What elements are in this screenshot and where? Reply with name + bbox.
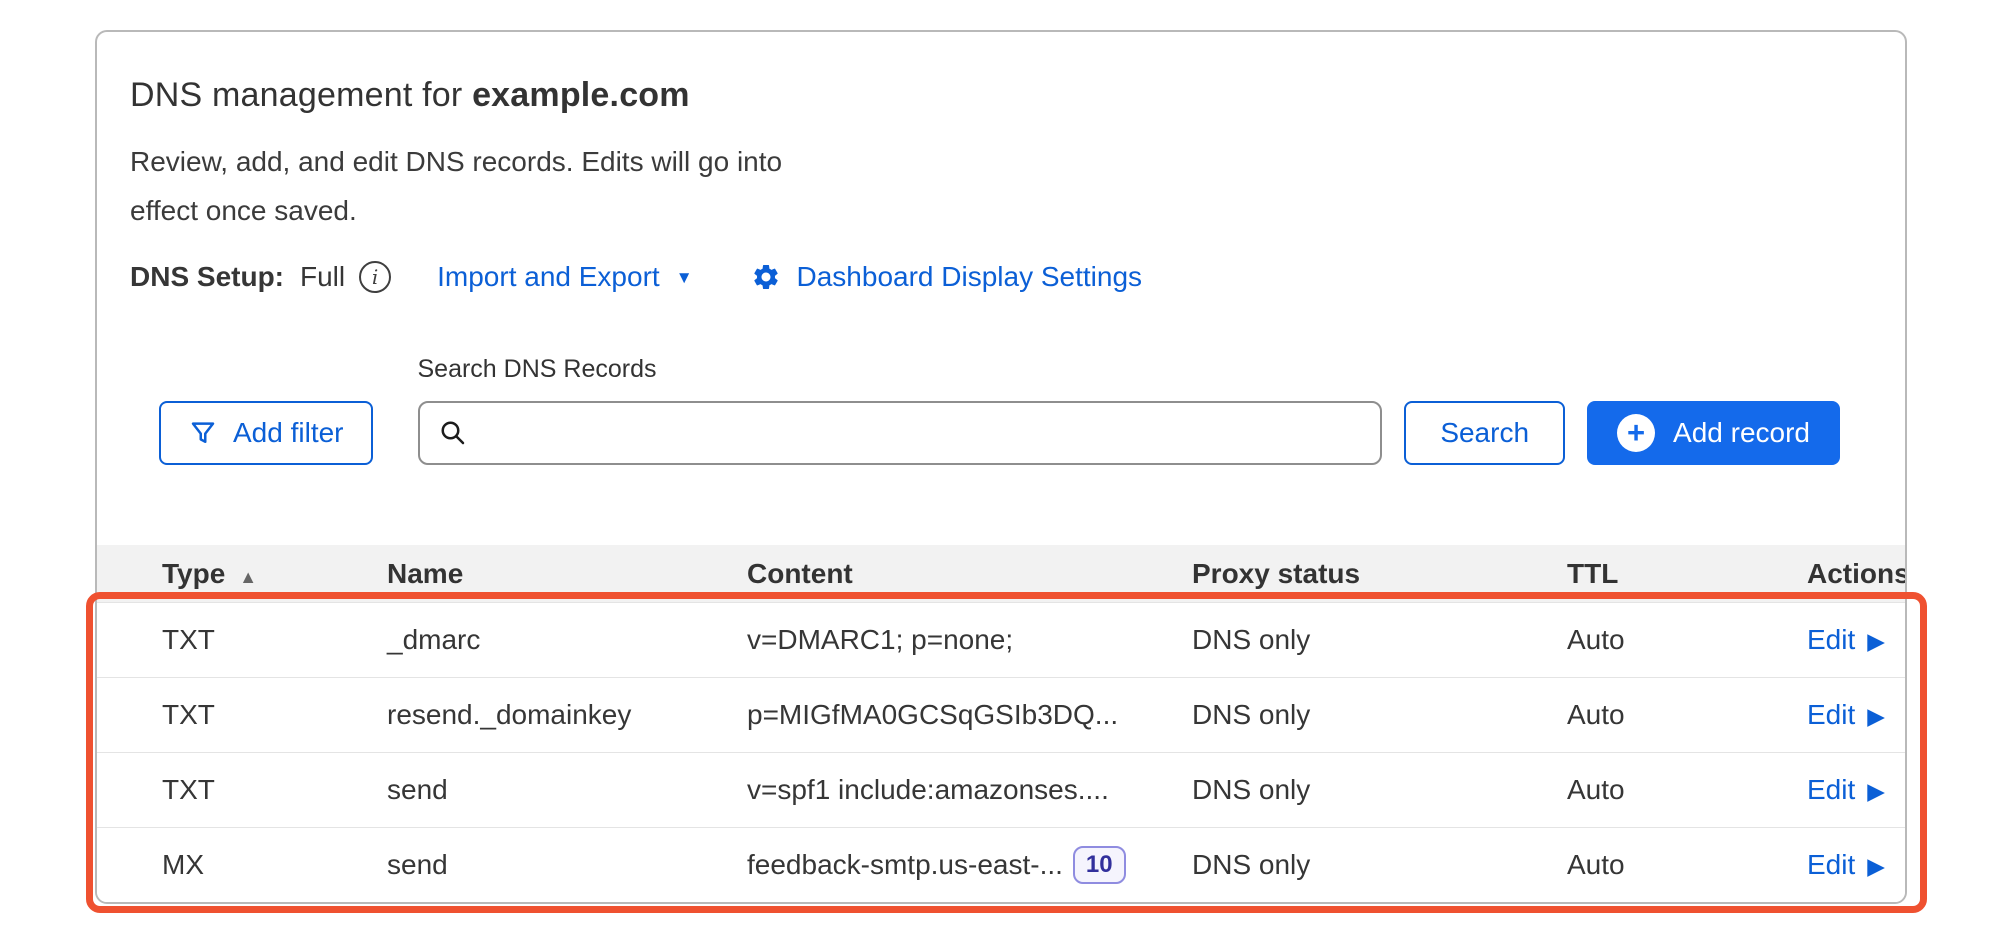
dns-setup-row: DNS Setup: Full i Import and Export ▼ Da… bbox=[130, 261, 1872, 293]
card-header: DNS management for example.com Review, a… bbox=[97, 32, 1905, 293]
dns-toolbar: Add filter Search DNS Records Search + A… bbox=[97, 355, 1905, 465]
edit-label: Edit bbox=[1807, 849, 1855, 881]
table-header-row: Type▲ Name Content Proxy status TTL Acti… bbox=[97, 545, 1905, 602]
add-record-label: Add record bbox=[1673, 417, 1810, 449]
cell-content-text: feedback-smtp.us-east-... bbox=[747, 849, 1063, 881]
column-header-content: Content bbox=[747, 558, 1192, 590]
dns-setup-value: Full bbox=[300, 261, 345, 293]
cell-proxy-status: DNS only bbox=[1192, 774, 1567, 806]
dashboard-display-settings-link[interactable]: Dashboard Display Settings bbox=[751, 261, 1143, 293]
column-header-ttl: TTL bbox=[1567, 558, 1807, 590]
cell-type: TXT bbox=[97, 774, 387, 806]
add-record-button[interactable]: + Add record bbox=[1587, 401, 1840, 465]
filter-icon bbox=[188, 418, 218, 448]
cell-ttl: Auto bbox=[1567, 624, 1807, 656]
cell-proxy-status: DNS only bbox=[1192, 849, 1567, 881]
chevron-right-icon: ▶ bbox=[1867, 853, 1885, 880]
cell-ttl: Auto bbox=[1567, 774, 1807, 806]
dns-setup-label: DNS Setup: bbox=[130, 261, 284, 293]
cell-ttl: Auto bbox=[1567, 849, 1807, 881]
page-title-prefix: DNS management for bbox=[130, 76, 472, 114]
cell-proxy-status: DNS only bbox=[1192, 624, 1567, 656]
chevron-right-icon: ▶ bbox=[1867, 703, 1885, 730]
add-filter-button[interactable]: Add filter bbox=[159, 401, 373, 465]
column-header-name: Name bbox=[387, 558, 747, 590]
table-row: TXT send v=spf1 include:amazonses.... DN… bbox=[97, 752, 1905, 827]
page-title: DNS management for example.com bbox=[130, 76, 1872, 115]
info-icon[interactable]: i bbox=[359, 261, 391, 293]
search-section: Search DNS Records bbox=[418, 355, 1383, 465]
search-box bbox=[418, 401, 1383, 465]
search-icon bbox=[438, 418, 468, 448]
add-filter-label: Add filter bbox=[233, 417, 344, 449]
cell-content: feedback-smtp.us-east-... 10 bbox=[747, 846, 1192, 885]
sort-ascending-icon: ▲ bbox=[239, 567, 257, 587]
table-row: TXT _dmarc v=DMARC1; p=none; DNS only Au… bbox=[97, 602, 1905, 677]
cell-name: send bbox=[387, 849, 747, 881]
column-header-type[interactable]: Type▲ bbox=[97, 558, 387, 590]
table-row: TXT resend._domainkey p=MIGfMA0GCSqGSIb3… bbox=[97, 677, 1905, 752]
cell-name: resend._domainkey bbox=[387, 699, 747, 731]
cell-type: MX bbox=[97, 849, 387, 881]
cell-name: _dmarc bbox=[387, 624, 747, 656]
edit-record-button[interactable]: Edit ▶ bbox=[1807, 624, 1907, 656]
dns-management-card: DNS management for example.com Review, a… bbox=[95, 30, 1907, 904]
cell-name: send bbox=[387, 774, 747, 806]
edit-label: Edit bbox=[1807, 699, 1855, 731]
plus-icon: + bbox=[1617, 414, 1655, 452]
dns-records-table: Type▲ Name Content Proxy status TTL Acti… bbox=[97, 545, 1905, 902]
table-row: MX send feedback-smtp.us-east-... 10 DNS… bbox=[97, 827, 1905, 902]
edit-record-button[interactable]: Edit ▶ bbox=[1807, 849, 1907, 881]
cell-content: v=DMARC1; p=none; bbox=[747, 624, 1192, 656]
priority-badge: 10 bbox=[1073, 846, 1126, 885]
cell-type: TXT bbox=[97, 624, 387, 656]
chevron-down-icon: ▼ bbox=[676, 268, 693, 288]
chevron-right-icon: ▶ bbox=[1867, 778, 1885, 805]
import-export-link[interactable]: Import and Export ▼ bbox=[437, 261, 692, 293]
search-button[interactable]: Search bbox=[1404, 401, 1565, 465]
import-export-label: Import and Export bbox=[437, 261, 660, 293]
cell-proxy-status: DNS only bbox=[1192, 699, 1567, 731]
edit-label: Edit bbox=[1807, 624, 1855, 656]
edit-label: Edit bbox=[1807, 774, 1855, 806]
column-header-proxy-status: Proxy status bbox=[1192, 558, 1567, 590]
edit-record-button[interactable]: Edit ▶ bbox=[1807, 699, 1907, 731]
column-header-actions: Actions bbox=[1807, 558, 1907, 590]
chevron-right-icon: ▶ bbox=[1867, 628, 1885, 655]
cell-ttl: Auto bbox=[1567, 699, 1807, 731]
search-label: Search DNS Records bbox=[418, 355, 1383, 384]
gear-icon bbox=[751, 262, 781, 292]
cell-type: TXT bbox=[97, 699, 387, 731]
cell-content: v=spf1 include:amazonses.... bbox=[747, 774, 1192, 806]
dashboard-display-settings-label: Dashboard Display Settings bbox=[797, 261, 1143, 293]
page-description: Review, add, and edit DNS records. Edits… bbox=[130, 137, 798, 235]
edit-record-button[interactable]: Edit ▶ bbox=[1807, 774, 1907, 806]
search-input[interactable] bbox=[482, 403, 1363, 463]
cell-content: p=MIGfMA0GCSqGSIb3DQ... bbox=[747, 699, 1192, 731]
domain-name: example.com bbox=[472, 76, 690, 114]
